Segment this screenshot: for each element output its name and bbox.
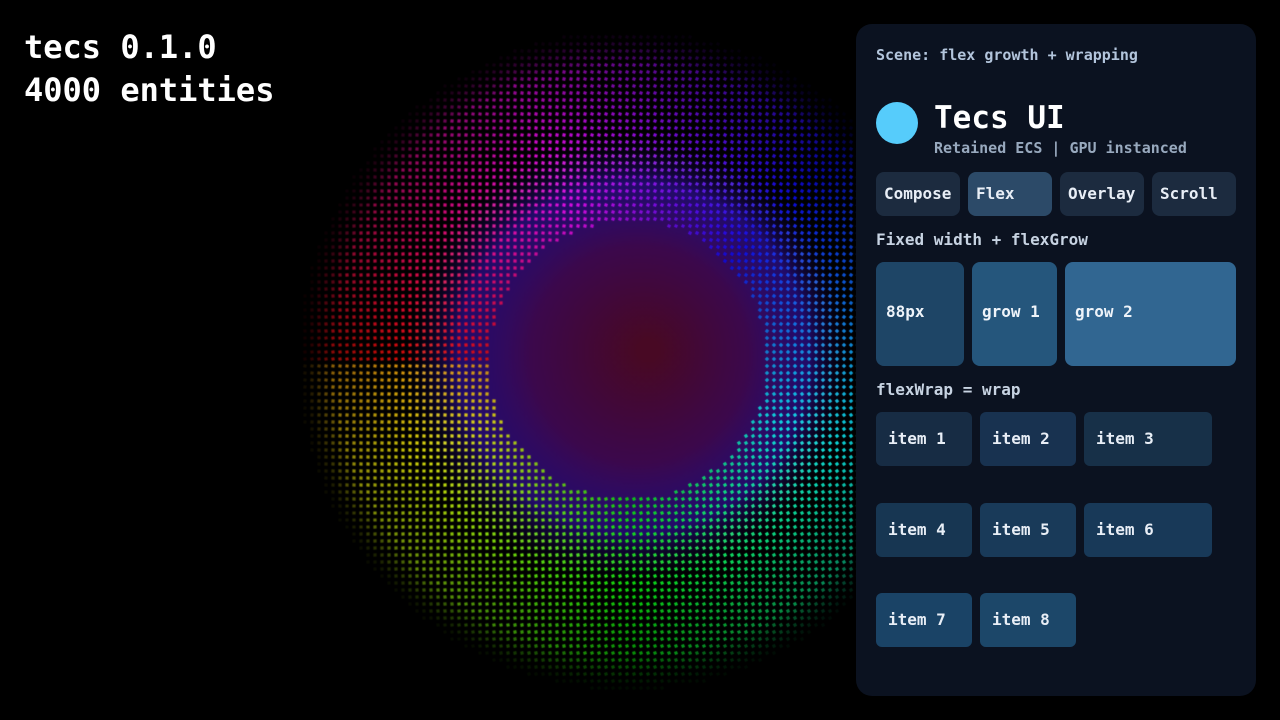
- app-subtitle: Retained ECS | GPU instanced: [934, 139, 1187, 157]
- flex-grow-section-label: Fixed width + flexGrow: [876, 230, 1088, 249]
- grow-1-box: grow 1: [972, 262, 1057, 366]
- logo-circle-icon: [876, 102, 918, 144]
- wrap-item-8[interactable]: item 8: [980, 593, 1076, 647]
- tab-scroll[interactable]: Scroll: [1152, 172, 1236, 216]
- wrap-item-1[interactable]: item 1: [876, 412, 972, 466]
- entity-count-label: 4000 entities: [24, 71, 275, 109]
- wrap-item-3[interactable]: item 3: [1084, 412, 1212, 466]
- stats-overlay: tecs 0.1.0 4000 entities: [24, 26, 274, 112]
- fixed-width-box: 88px: [876, 262, 964, 366]
- wrap-item-5[interactable]: item 5: [980, 503, 1076, 557]
- tab-compose[interactable]: Compose: [876, 172, 960, 216]
- tab-overlay[interactable]: Overlay: [1060, 172, 1144, 216]
- wrap-item-2[interactable]: item 2: [980, 412, 1076, 466]
- wrap-item-6[interactable]: item 6: [1084, 503, 1212, 557]
- ui-panel: Scene: flex growth + wrapping Tecs UI Re…: [856, 24, 1256, 696]
- scene-label: Scene: flex growth + wrapping: [876, 46, 1138, 64]
- tab-flex[interactable]: Flex: [968, 172, 1052, 216]
- wrap-item-4[interactable]: item 4: [876, 503, 972, 557]
- grow-2-box: grow 2: [1065, 262, 1236, 366]
- app-title: Tecs UI: [934, 100, 1065, 136]
- wrap-item-7[interactable]: item 7: [876, 593, 972, 647]
- flex-wrap-section-label: flexWrap = wrap: [876, 380, 1021, 399]
- version-label: tecs 0.1.0: [24, 28, 217, 66]
